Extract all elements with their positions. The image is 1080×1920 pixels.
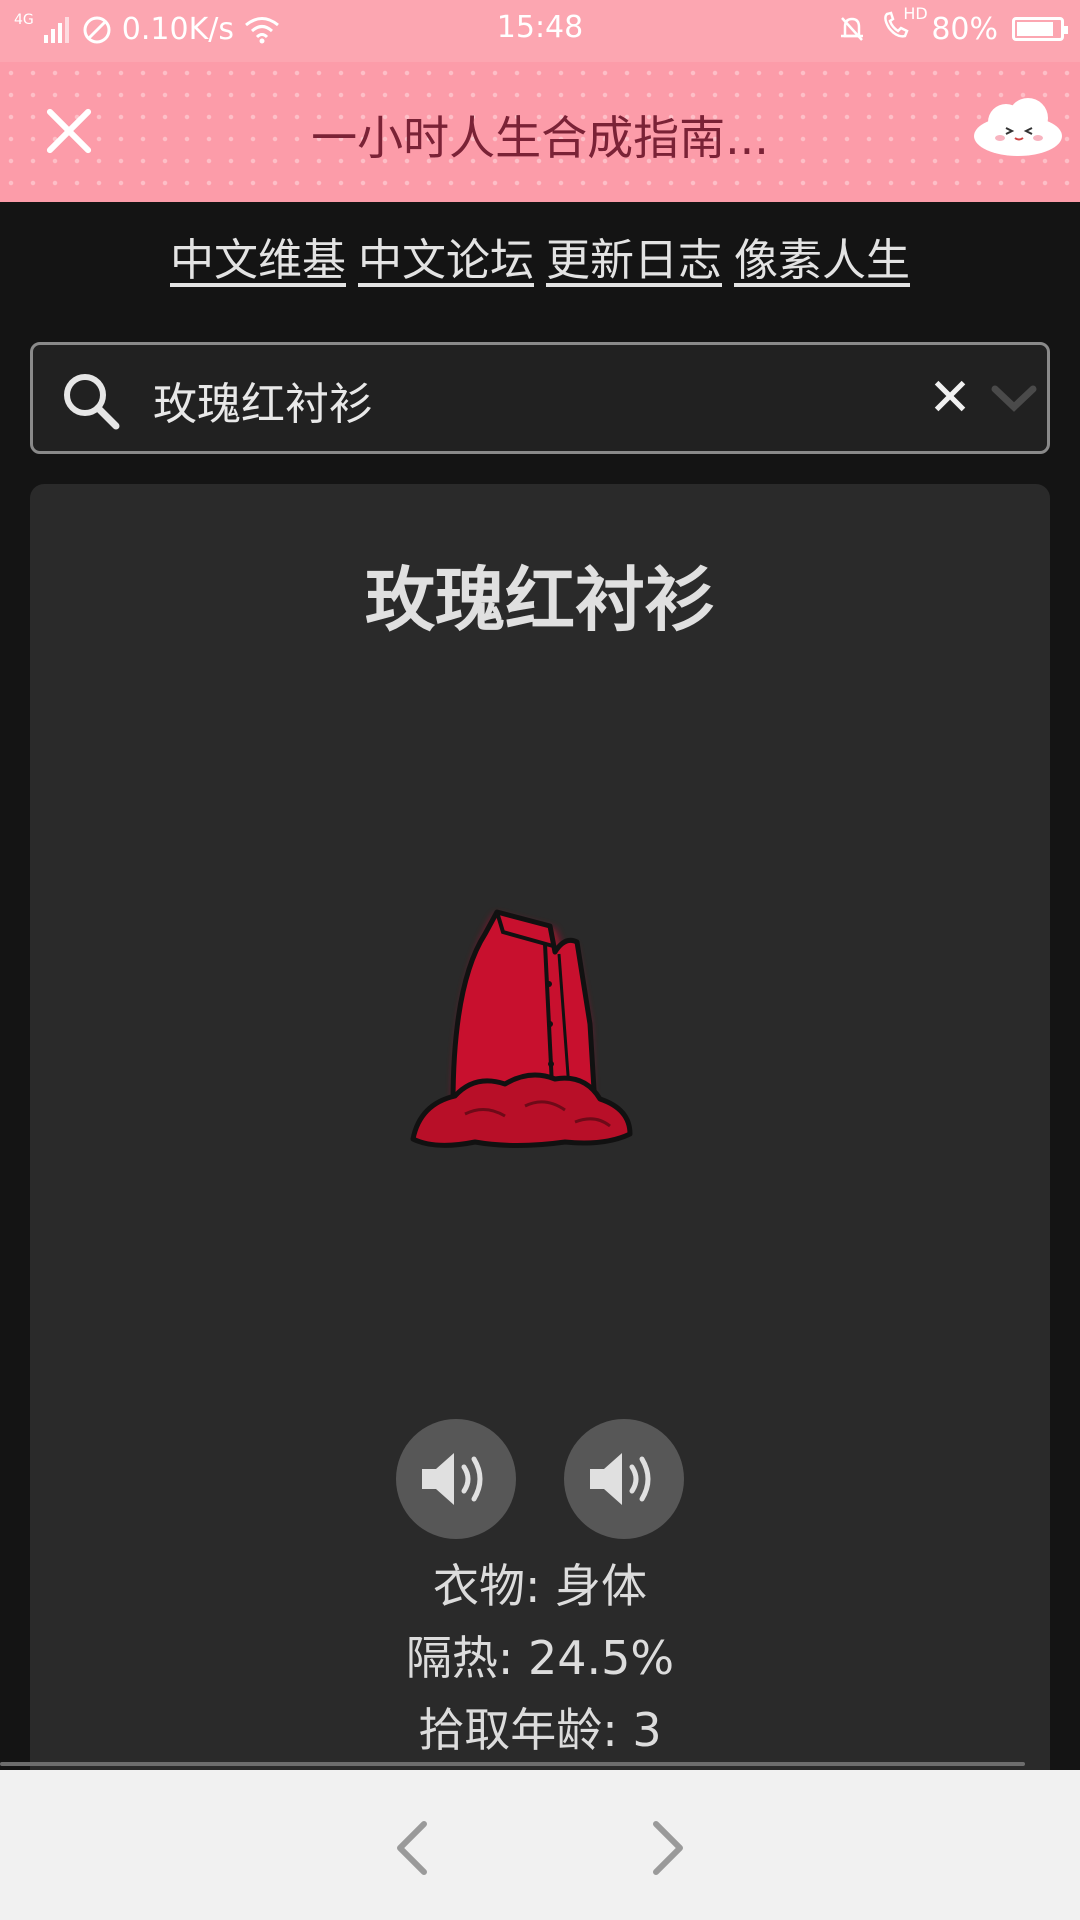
sound-button-1[interactable]: [396, 1419, 516, 1539]
bottom-nav: [0, 1762, 1080, 1920]
page-content: 中文维基中文论坛更新日志像素人生 ✕ 玫瑰红衬衫: [0, 202, 1080, 1770]
search-icon: [64, 374, 120, 430]
clear-icon[interactable]: ✕: [925, 372, 975, 424]
app-header: 一小时人生合成指南...: [0, 62, 1080, 202]
sound-button-2[interactable]: [564, 1419, 684, 1539]
item-insulation-info: 隔热: 24.5%: [405, 1631, 675, 1685]
search-input[interactable]: [151, 363, 935, 437]
rose-red-shirt-icon: [410, 909, 633, 1148]
battery-icon: [1012, 17, 1068, 41]
link-changelog[interactable]: 更新日志: [546, 235, 722, 286]
scroll-progress-bar: [0, 1762, 1025, 1766]
speaker-icon: [422, 1453, 483, 1505]
link-chinese-forum[interactable]: 中文论坛: [358, 235, 534, 286]
back-arrow-icon[interactable]: [388, 1818, 438, 1878]
top-links: 中文维基 中文论坛 更新日志 像素人生: [0, 224, 1080, 288]
speaker-icon: [590, 1453, 651, 1505]
search-box: ✕: [30, 342, 1050, 454]
item-card: 玫瑰红衬衫 衣物: 身体 隔热: 24.5% 拾取年龄: 3: [30, 484, 1050, 1770]
item-slot-info: 衣物: 身体: [432, 1559, 648, 1613]
cut-off-heading: [0, 202, 1080, 220]
battery-percent: 80%: [931, 11, 998, 47]
page-title: 一小时人生合成指南...: [311, 111, 769, 165]
mute-bell-icon: [841, 17, 864, 41]
forward-arrow-icon[interactable]: [642, 1818, 692, 1878]
hd-call-icon: HD: [881, 4, 928, 48]
link-chinese-wiki[interactable]: 中文维基: [170, 235, 346, 286]
cloud-mascot-icon[interactable]: [970, 92, 1066, 158]
chevron-down-icon[interactable]: [991, 383, 1037, 413]
item-pickup-age-info: 拾取年龄: 3: [418, 1703, 662, 1757]
link-pixel-life[interactable]: 像素人生: [734, 235, 910, 286]
status-bar: 4G 0.10K/s 15:48 HD 80%: [0, 0, 1080, 62]
item-title: 玫瑰红衬衫: [365, 559, 715, 641]
